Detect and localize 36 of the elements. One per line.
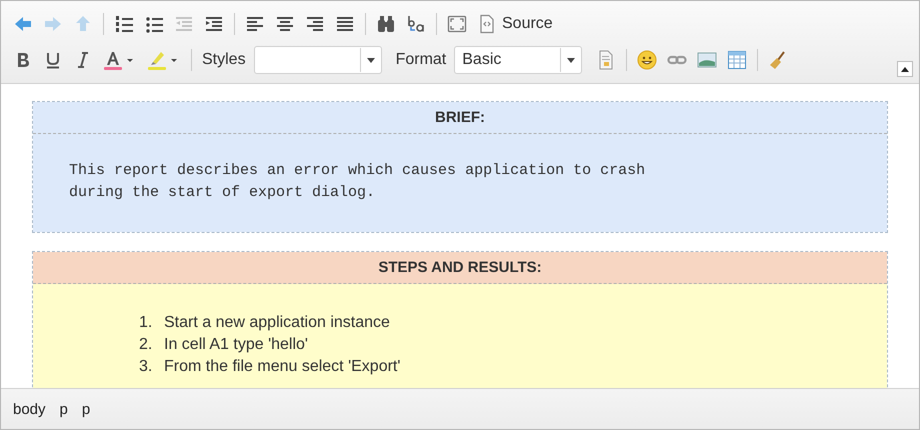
step-number: 2.	[139, 335, 154, 355]
step-number: 1.	[139, 313, 154, 333]
brief-text: This report describes an error which causes application to crash during the start of export dialog.	[69, 161, 646, 203]
step-text: Start a new application instance	[164, 313, 390, 333]
align-center-icon	[275, 14, 295, 34]
smiley-icon	[637, 50, 658, 70]
source-button[interactable]: Source	[473, 10, 557, 38]
numbered-list-icon	[114, 14, 134, 34]
up-caret-icon	[901, 66, 909, 72]
dropdown-value: Basic	[461, 51, 502, 69]
collapse-button[interactable]	[897, 61, 913, 77]
left-arrow-icon	[13, 14, 33, 34]
indent-icon	[204, 14, 224, 34]
justify-icon	[335, 14, 355, 34]
section-heading: STEPS AND RESULTS:	[33, 252, 887, 284]
right-arrow-icon	[43, 14, 63, 34]
element-path-link[interactable]: body	[13, 400, 46, 418]
step-text: From the file menu select 'Export'	[164, 357, 400, 377]
combo-label: Format	[396, 51, 446, 69]
align-right-icon	[305, 14, 325, 34]
outdent-icon	[174, 14, 194, 34]
step-text: In cell A1 type 'hello'	[164, 335, 308, 355]
element-path-link[interactable]: p	[60, 400, 68, 418]
caret-icon	[567, 58, 576, 62]
maximize-icon	[447, 14, 467, 34]
binoculars-icon	[376, 14, 396, 34]
dropdown[interactable]: Basic	[454, 46, 582, 74]
align-left-icon	[245, 14, 265, 34]
replace-icon	[406, 14, 426, 34]
step-number: 3.	[139, 357, 154, 377]
element-path-link[interactable]: p	[82, 400, 90, 418]
image-icon	[697, 50, 718, 70]
combo-label: Styles	[202, 51, 246, 69]
table-icon	[727, 50, 748, 70]
section-heading: BRIEF:	[33, 102, 887, 134]
caret-icon	[366, 58, 375, 62]
